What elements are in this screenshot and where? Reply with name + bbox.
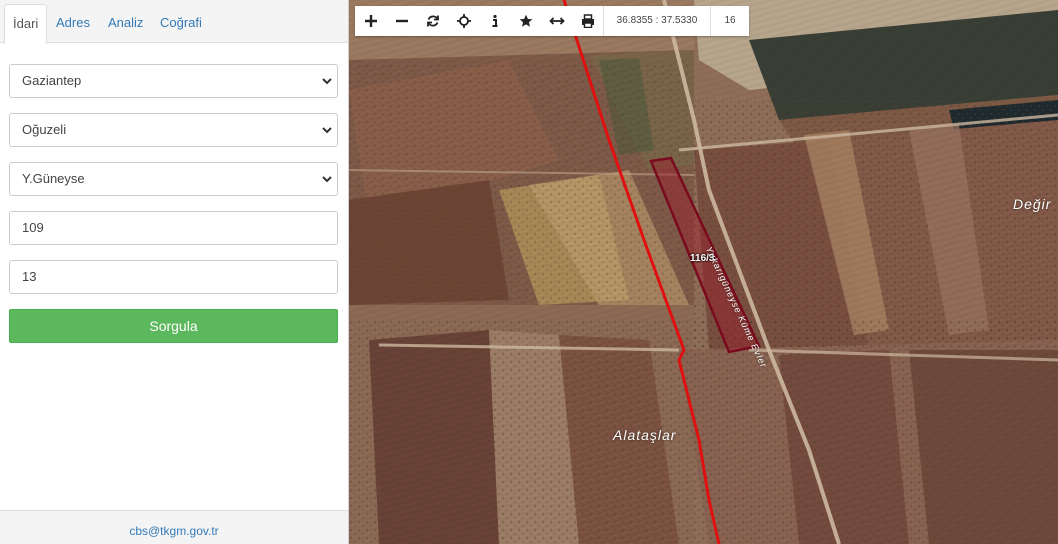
measure-button[interactable] <box>541 6 572 36</box>
il-select[interactable]: Gaziantep <box>9 64 338 98</box>
chevron-down-icon <box>322 127 332 134</box>
tab-analiz[interactable]: Analiz <box>100 4 151 43</box>
refresh-button[interactable] <box>417 6 448 36</box>
parsel-input[interactable]: 13 <box>9 260 338 294</box>
footer-email-link[interactable]: cbs@tkgm.gov.tr <box>0 510 348 544</box>
map-toolbar: 36.8355 : 37.5330 16 <box>355 6 749 36</box>
il-select-value: Gaziantep <box>22 73 82 88</box>
refresh-icon <box>426 15 439 27</box>
crosshair-icon <box>456 14 471 28</box>
ada-input[interactable]: 109 <box>9 211 338 245</box>
arrows-horizontal-icon <box>548 17 565 25</box>
tab-cografi[interactable]: Coğrafi <box>152 4 210 43</box>
info-button[interactable] <box>479 6 510 36</box>
place-label-degir: Değir <box>1013 196 1052 212</box>
plus-icon <box>364 15 377 27</box>
info-icon <box>492 14 497 27</box>
zoom-in-button[interactable] <box>355 6 386 36</box>
zoom-out-button[interactable] <box>386 6 417 36</box>
tab-adres[interactable]: Adres <box>48 4 98 43</box>
chevron-down-icon <box>322 176 332 183</box>
ilce-select[interactable]: Oğuzeli <box>9 113 338 147</box>
place-label-alataslar: Alataşlar <box>613 427 677 443</box>
chevron-down-icon <box>322 78 332 85</box>
zoom-level-readout: 16 <box>710 6 749 36</box>
satellite-imagery <box>349 0 1058 544</box>
tab-idari[interactable]: İdari <box>4 4 48 44</box>
minus-icon <box>395 19 408 23</box>
star-icon <box>519 14 532 27</box>
sorgula-button[interactable]: Sorgula <box>9 309 338 343</box>
map-view[interactable]: 116/3 Yukarıgüneyse Küme Evler Alataşlar… <box>349 0 1058 544</box>
query-panel: İdari Adres Analiz Coğrafi Gaziantep Oğu… <box>0 0 349 544</box>
mahalle-select-value: Y.Güneyse <box>22 171 85 186</box>
coordinate-readout: 36.8355 : 37.5330 <box>603 6 710 36</box>
print-icon <box>581 14 594 28</box>
tab-bar: İdari Adres Analiz Coğrafi <box>0 0 348 44</box>
favorite-button[interactable] <box>510 6 541 36</box>
ilce-select-value: Oğuzeli <box>22 122 67 137</box>
print-button[interactable] <box>572 6 603 36</box>
mahalle-select[interactable]: Y.Güneyse <box>9 162 338 196</box>
locate-button[interactable] <box>448 6 479 36</box>
